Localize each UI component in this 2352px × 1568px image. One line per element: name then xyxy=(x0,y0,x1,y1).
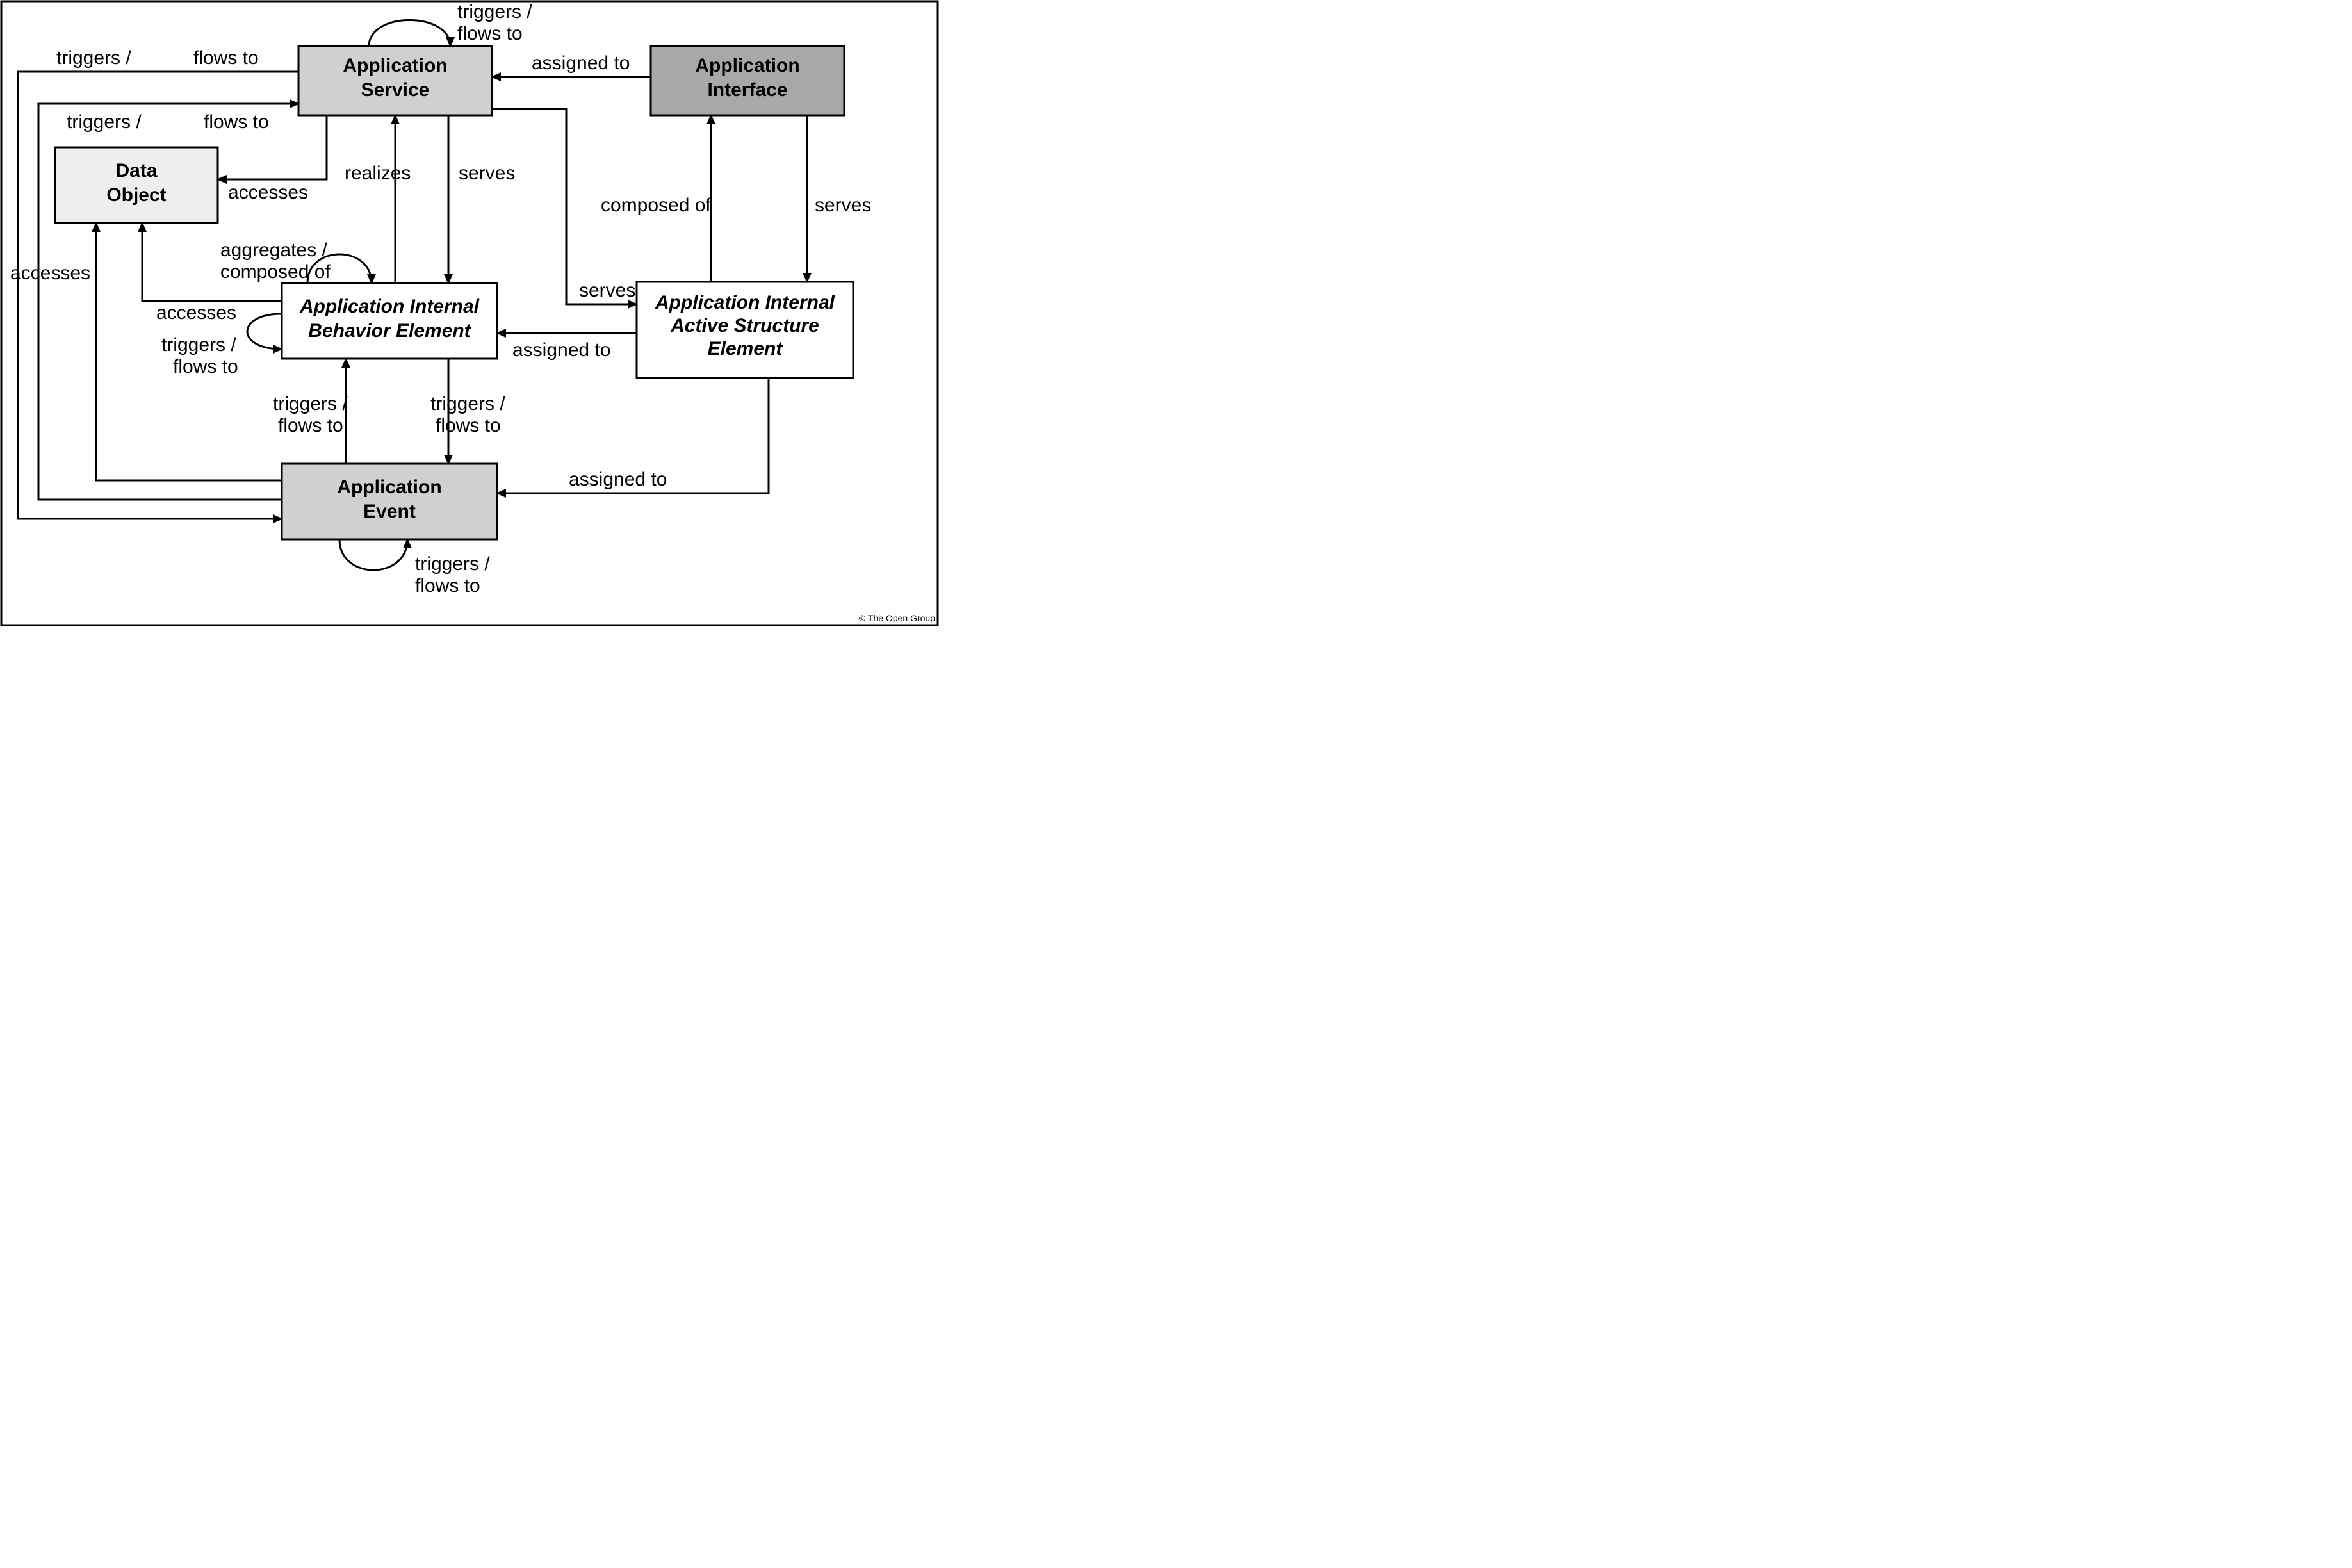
edge-label: flows to xyxy=(204,111,269,133)
edge-label: triggers / xyxy=(56,47,131,69)
edge-label: aggregates / xyxy=(220,240,327,261)
edge-label: accesses xyxy=(10,263,90,284)
node-application-event: Application Event xyxy=(282,464,497,539)
edge-label: serves xyxy=(815,195,871,216)
edge-label: flows to xyxy=(457,23,523,44)
node-label: Active Structure xyxy=(670,315,819,336)
edge-label: flows to xyxy=(193,47,259,69)
edge-label: flows to xyxy=(415,575,480,596)
edge-label: assigned to xyxy=(532,53,630,74)
node-label: Data xyxy=(115,160,157,181)
diagram-canvas: Application Service Application Interfac… xyxy=(0,0,939,626)
edge-label: flows to xyxy=(278,415,343,436)
edge-label: accesses xyxy=(156,302,236,323)
edge-service-self xyxy=(369,20,450,47)
edge-label: accesses xyxy=(228,182,308,203)
node-behavior-element: Application Internal Behavior Element xyxy=(282,283,497,359)
edge-label: triggers / xyxy=(161,334,236,355)
node-label: Application Internal xyxy=(299,296,480,317)
edge-event-self xyxy=(339,539,407,570)
edge-label: assigned to xyxy=(512,339,610,361)
edge-label: composed of xyxy=(601,195,711,216)
node-data-object: Data Object xyxy=(55,147,218,223)
edge-label: triggers / xyxy=(67,111,142,133)
edge-label: flows to xyxy=(436,415,501,436)
node-label: Application xyxy=(343,55,447,76)
node-active-structure-element: Application Internal Active Structure El… xyxy=(637,282,853,378)
node-label: Application xyxy=(337,477,441,498)
edge-label: realizes xyxy=(345,163,411,184)
edge-service-event xyxy=(18,72,298,519)
edge-label: assigned to xyxy=(569,469,667,490)
node-label: Service xyxy=(361,79,430,101)
node-application-service: Application Service xyxy=(298,46,492,115)
node-label: Behavior Element xyxy=(308,320,471,341)
edge-behavior-self-trig xyxy=(247,314,282,349)
edge-label: triggers / xyxy=(430,393,505,414)
node-label: Element xyxy=(708,338,784,359)
footer-copyright: © The Open Group xyxy=(859,613,935,623)
node-label: Interface xyxy=(707,79,787,101)
node-label: Event xyxy=(363,501,416,522)
edge-label: serves xyxy=(579,280,635,301)
edge-label: triggers / xyxy=(273,393,348,414)
node-label: Application xyxy=(695,55,799,76)
node-application-interface: Application Interface xyxy=(651,46,844,115)
edge-label: serves xyxy=(459,163,515,184)
node-label: Object xyxy=(106,184,166,206)
edge-label: flows to xyxy=(173,356,238,377)
edge-label: triggers / xyxy=(457,1,532,22)
edge-label: composed of xyxy=(220,261,331,282)
edge-label: triggers / xyxy=(415,553,490,575)
node-label: Application Internal xyxy=(655,292,835,313)
